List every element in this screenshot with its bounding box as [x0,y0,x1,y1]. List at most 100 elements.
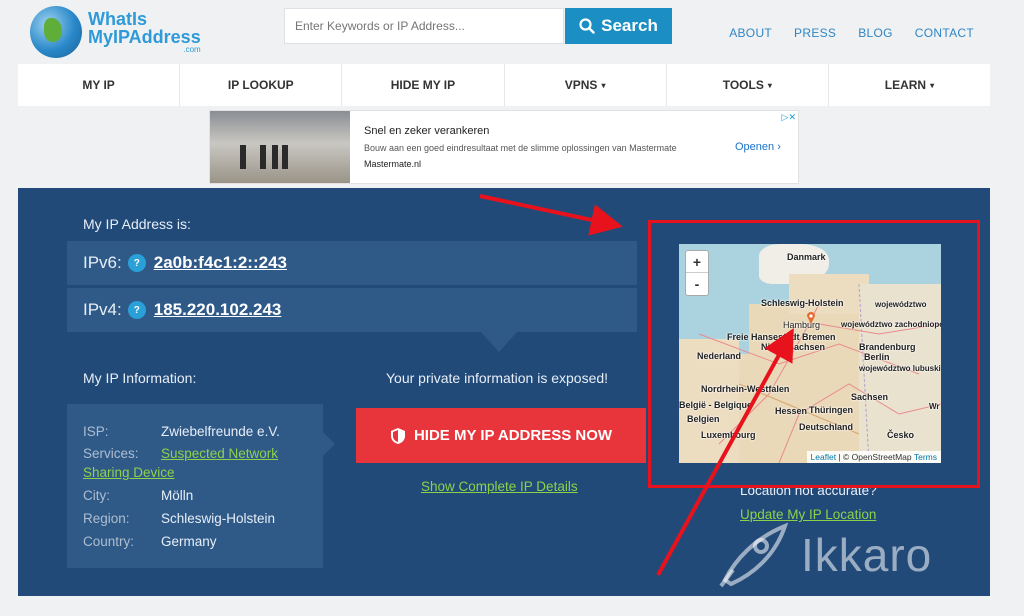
map-label: Belgien [687,414,720,424]
nav-label: HIDE MY IP [390,78,456,92]
nav-item-ip-lookup[interactable]: IP LOOKUP [180,64,343,106]
map-label: Danmark [787,252,826,262]
logo-line-1: WhatIs [88,9,148,29]
city-key: City: [83,488,110,503]
top-links: ABOUT PRESS BLOG CONTACT [729,26,974,40]
site-logo[interactable]: WhatIs MyIPAddress .com [30,4,230,60]
services-link-cont[interactable]: Sharing Device [83,465,175,480]
hide-ip-label: HIDE MY IP ADDRESS NOW [413,427,613,444]
hide-ip-button[interactable]: HIDE MY IP ADDRESS NOW [356,408,646,463]
ipv4-row: IPv4: ? 185.220.102.243 [67,288,637,332]
caret-down-icon: ▾ [767,80,772,90]
terms-link[interactable]: Terms [914,452,937,462]
search-input[interactable] [284,8,564,44]
help-icon[interactable]: ? [127,254,146,272]
leaflet-link[interactable]: Leaflet [811,452,837,462]
info-heading: My IP Information: [83,370,197,386]
ad-url: Mastermate.nl [364,159,422,169]
ad-banner[interactable]: Snel en zeker verankeren Bouw aan een go… [209,110,799,184]
map-label: Brandenburg [859,342,916,352]
ipv4-label: IPv4: [83,300,122,319]
map-label: Luxembourg [701,430,756,440]
map-label: Berlin [864,352,890,362]
ip-heading: My IP Address is: [83,216,191,232]
map-label: Wr [929,402,940,411]
map-label: Hessen [775,406,808,416]
map-label: województwo [875,300,927,309]
country-value: Germany [161,534,217,549]
map-label: Deutschland [799,422,854,432]
search-button-label: Search [601,16,658,35]
ipv6-value[interactable]: 2a0b:f4c1:2::243 [154,253,287,273]
nav-label: TOOLS [722,78,764,92]
pointer-arrow [481,332,517,352]
nav-label: LEARN [884,78,927,92]
map-label: Thüringen [809,405,853,415]
globe-icon [30,6,82,58]
nav-label: IP LOOKUP [227,78,294,92]
map-label: Nederland [697,351,742,361]
info-notch [323,432,335,456]
services-link[interactable]: Suspected Network [161,446,278,461]
city-value: Mölln [161,488,194,503]
nav-item-hide-my-ip[interactable]: HIDE MY IP [342,64,505,106]
map-label: Niedersachsen [761,342,826,352]
watermark-text: Ikkaro [801,529,933,581]
isp-value: Zwiebelfreunde e.V. [161,424,280,439]
nav-item-vpns[interactable]: VPNS ▾ [505,64,667,106]
caret-down-icon: ▾ [601,80,606,90]
region-value: Schleswig-Holstein [161,511,276,526]
zoom-in-button[interactable]: + [686,251,708,273]
ad-open-button[interactable]: Openen › [735,141,781,153]
map-label: Schleswig-Holstein [761,298,844,308]
logo-line-2: MyIPAddress [88,27,201,47]
main-nav: MY IP IP LOOKUP HIDE MY IP VPNS ▾ TOOLS ▾ … [18,64,990,106]
contact-link[interactable]: CONTACT [915,26,974,40]
caret-down-icon: ▾ [930,80,935,90]
search-button[interactable]: Search [565,8,672,44]
ad-title: Snel en zeker verankeren [364,125,490,137]
nav-item-tools[interactable]: TOOLS ▾ [667,64,829,106]
ipv6-row: IPv6: ? 2a0b:f4c1:2::243 [67,241,637,285]
map-label: Česko [887,430,915,440]
map-zoom-controls: + - [685,250,709,296]
ipv6-label: IPv6: [83,253,122,272]
map-label: Nordrhein-Westfalen [701,384,790,394]
map-label: województwo zachodniopo [841,320,941,329]
nav-item-learn[interactable]: LEARN ▾ [829,64,990,106]
press-link[interactable]: PRESS [794,26,836,40]
country-key: Country: [83,534,135,549]
ad-description: Bouw aan een goed eindresultaat met de s… [364,143,677,153]
exposed-warning: Your private information is exposed! [386,370,609,386]
about-link[interactable]: ABOUT [729,26,772,40]
ad-open-label: Openen [735,141,775,153]
rocket-icon [719,522,789,588]
map-label: Sachsen [851,392,889,402]
zoom-out-button[interactable]: - [686,273,708,295]
shield-icon [390,427,405,444]
region-key: Region: [83,511,130,526]
services-key: Services: [83,446,139,461]
watermark: Ikkaro [715,520,932,590]
ipv4-value[interactable]: 185.220.102.243 [154,300,282,320]
nav-item-my-ip[interactable]: MY IP [18,64,181,106]
search-icon [579,18,595,34]
ad-image [210,111,350,183]
ad-close-icon[interactable]: ▷✕ [782,112,796,123]
location-marker-icon[interactable] [806,312,816,324]
isp-key: ISP: [83,424,109,439]
map-label: województwo lubuski [859,364,941,373]
chevron-right-icon: › [777,141,781,153]
nav-label: MY IP [82,78,115,92]
logo-suffix: .com [183,45,201,54]
map-label: België - Belgique [679,400,753,410]
nav-label: VPNS [564,78,598,92]
osm-credit: | © OpenStreetMap [836,452,914,462]
ip-info-box: ISP: Zwiebelfreunde e.V. Services: Suspe… [67,404,323,568]
show-details-link[interactable]: Show Complete IP Details [421,479,578,494]
map-label: Freie Hansestadt Bremen [727,332,836,342]
map-attribution: Leaflet | © OpenStreetMap Terms [806,451,941,463]
location-map[interactable]: Danmark Schleswig-Holstein Hamburg Freie… [679,244,941,463]
blog-link[interactable]: BLOG [858,26,893,40]
help-icon[interactable]: ? [127,301,146,319]
